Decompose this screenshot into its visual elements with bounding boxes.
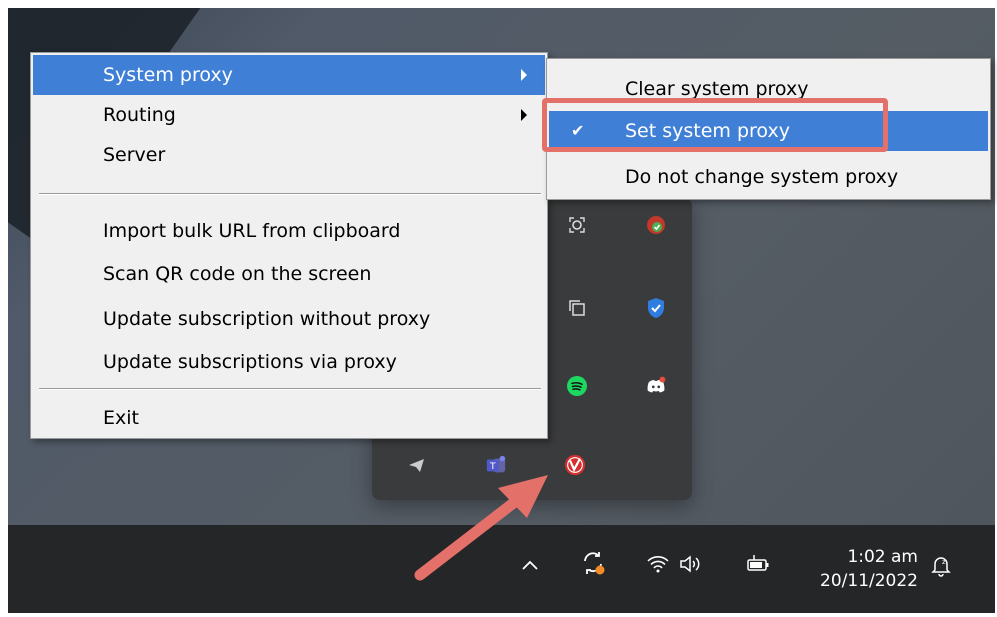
annotation-arrow-icon [414, 475, 548, 581]
